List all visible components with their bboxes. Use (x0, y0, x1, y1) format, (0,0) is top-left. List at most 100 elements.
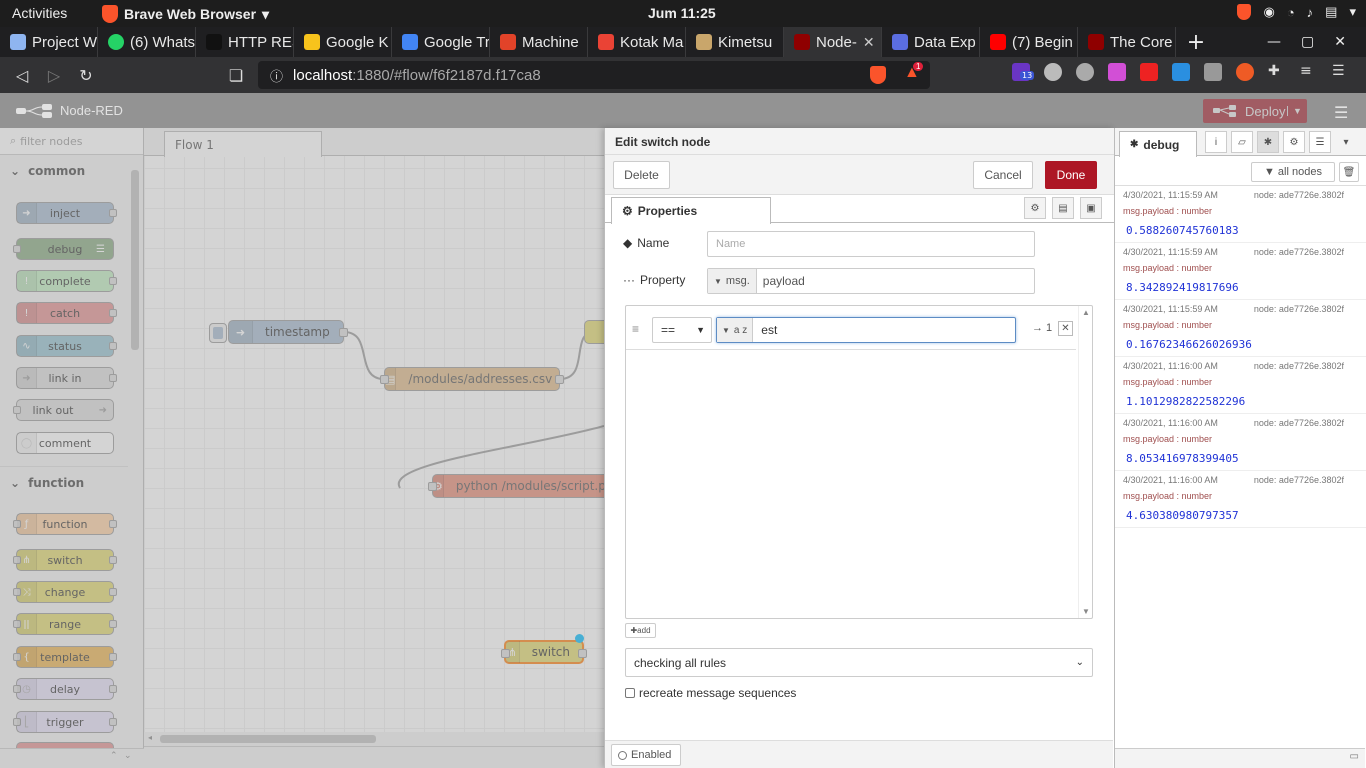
remove-rule-icon[interactable]: ✕ (1058, 321, 1073, 336)
browser-tab[interactable]: Google K (294, 27, 392, 57)
bookmark-icon[interactable]: ❏ (220, 60, 252, 90)
browser-tab[interactable]: Kimetsu (686, 27, 784, 57)
name-input[interactable]: Name (707, 231, 1035, 257)
minimize-icon[interactable]: — (1267, 34, 1281, 50)
red-extension-icon[interactable] (1140, 63, 1158, 81)
app-name: Brave Web Browser (124, 6, 257, 22)
sidebar-tabs: ✱ debug i ▱ ✱ ⚙ ☰ ▾ (1115, 128, 1366, 157)
filter-all-nodes-button[interactable]: ▼ all nodes (1251, 162, 1335, 182)
fi-extension-icon[interactable] (1172, 63, 1190, 81)
debug-message[interactable]: 4/30/2021, 11:16:00 AM node: ade7726e.380… (1115, 471, 1366, 528)
message-time: 4/30/2021, 11:15:59 AM (1123, 247, 1218, 257)
book-icon[interactable]: ▱ (1231, 131, 1253, 153)
browser-tab[interactable]: The Core (1078, 27, 1176, 57)
chevron-down-icon[interactable]: ▾ (1335, 131, 1357, 153)
debug-message[interactable]: 4/30/2021, 11:15:59 AM node: ade7726e.380… (1115, 243, 1366, 300)
clipboard-icon[interactable]: ▤ (1325, 4, 1337, 20)
brave-tray-icon[interactable] (1237, 4, 1252, 20)
property-input[interactable]: ▼ msg. payload (707, 268, 1035, 294)
tab-favicon-icon (10, 34, 26, 50)
done-button[interactable]: Done (1045, 161, 1097, 189)
message-node[interactable]: node: ade7726e.3802f (1254, 418, 1344, 428)
maximize-icon[interactable]: ▢ (1301, 34, 1314, 50)
playlist-icon[interactable]: ≡ (1300, 63, 1318, 81)
system-tray[interactable]: ◉ ◔ ♪ ▤ ▾ (1237, 4, 1356, 20)
chevron-down-icon[interactable]: ▾ (1349, 4, 1356, 20)
extension-icon[interactable]: 13 (1012, 63, 1035, 81)
scroll-down-icon[interactable]: ▼ (1082, 607, 1090, 616)
recreate-sequences-row[interactable]: recreate message sequences (625, 686, 796, 700)
new-tab-button[interactable]: + (1176, 27, 1216, 57)
message-node[interactable]: node: ade7726e.3802f (1254, 361, 1344, 371)
debug-message[interactable]: 4/30/2021, 11:16:00 AM node: ade7726e.380… (1115, 414, 1366, 471)
popout-icon[interactable]: ▭ (1350, 751, 1359, 762)
clear-trash-icon[interactable]: 🗑 (1339, 162, 1359, 182)
ellipsis-icon: ··· (623, 273, 635, 287)
browser-tab[interactable]: HTTP RES (196, 27, 294, 57)
tab-properties[interactable]: ⚙ Properties (611, 197, 771, 224)
browser-tab[interactable]: Data Exp (882, 27, 980, 57)
discord-icon[interactable]: ◉ (1263, 4, 1274, 20)
appearance-icon[interactable]: ▣ (1080, 197, 1102, 219)
rule-value-input[interactable]: ▼ a z est (716, 317, 1016, 343)
tab-favicon-icon (696, 34, 712, 50)
checking-mode-select[interactable]: checking all rules ⌄ (625, 648, 1093, 677)
gear-icon[interactable]: ⚙ (1283, 131, 1305, 153)
postman-extension-icon[interactable] (1236, 63, 1254, 81)
database-icon[interactable]: ☰ (1309, 131, 1331, 153)
volume-icon[interactable]: ♪ (1307, 5, 1314, 20)
property-type-select[interactable]: ▼ msg. (708, 269, 757, 293)
vue-extension-icon[interactable] (1204, 63, 1222, 81)
menu-icon[interactable]: ☰ (1332, 63, 1350, 81)
cancel-button[interactable]: Cancel (973, 161, 1033, 189)
debug-message[interactable]: 4/30/2021, 11:16:00 AM node: ade7726e.380… (1115, 357, 1366, 414)
address-bar[interactable]: ⓘ localhost:1880/#flow/f6f2187d.f17ca8 ▲… (258, 61, 930, 89)
settings-icon[interactable]: ⚙ (1024, 197, 1046, 219)
bug-icon[interactable]: ✱ (1257, 131, 1279, 153)
message-node[interactable]: node: ade7726e.3802f (1254, 190, 1344, 200)
clock[interactable]: Jum 11:25 (648, 5, 716, 21)
tab-label: Properties (637, 204, 698, 218)
reload-button[interactable]: ↻ (70, 60, 102, 90)
browser-tab[interactable]: Project W (0, 27, 98, 57)
browser-tab[interactable]: Kotak Ma (588, 27, 686, 57)
message-node[interactable]: node: ade7726e.3802f (1254, 304, 1344, 314)
close-window-icon[interactable]: ✕ (1334, 34, 1346, 50)
rules-scrollbar[interactable]: ▲ ▼ (1078, 306, 1092, 618)
back-button[interactable]: ◁ (6, 60, 38, 90)
forward-button[interactable]: ▷ (38, 60, 70, 90)
debug-message[interactable]: 4/30/2021, 11:15:59 AM node: ade7726e.380… (1115, 186, 1366, 243)
add-rule-button[interactable]: ✚ add (625, 623, 656, 638)
browser-tab[interactable]: (7) Begin (980, 27, 1078, 57)
puzzle-icon[interactable]: ✚ (1268, 63, 1286, 81)
browser-tab[interactable]: (6) WhatsA (98, 27, 196, 57)
tab-debug[interactable]: ✱ debug (1119, 131, 1197, 157)
wifi-icon[interactable]: ◔ (1287, 5, 1295, 20)
browser-tab-active[interactable]: Node- ✕ (784, 27, 882, 57)
brave-shields-icon[interactable] (870, 66, 886, 84)
enabled-toggle[interactable]: Enabled (611, 744, 681, 766)
message-node[interactable]: node: ade7726e.3802f (1254, 247, 1344, 257)
app-menu[interactable]: Brave Web Browser ▾ (102, 5, 269, 23)
recreate-checkbox[interactable] (625, 688, 635, 698)
description-icon[interactable]: ▤ (1052, 197, 1074, 219)
debug-message[interactable]: 4/30/2021, 11:15:59 AM node: ade7726e.380… (1115, 300, 1366, 357)
browser-tab[interactable]: Machine (490, 27, 588, 57)
globe-extension-icon[interactable] (1076, 63, 1094, 81)
color-extension-icon[interactable] (1108, 63, 1126, 81)
browser-tab[interactable]: Google Tr (392, 27, 490, 57)
url-path: :1880/#flow/f6f2187d.f17ca8 (352, 66, 541, 84)
info-icon[interactable]: ⓘ (270, 66, 283, 85)
drag-handle-icon[interactable]: ≡ (632, 322, 639, 336)
delete-button[interactable]: Delete (613, 161, 670, 189)
brave-rewards-icon[interactable]: ▲ 1 (904, 62, 924, 82)
chat-extension-icon[interactable] (1044, 63, 1062, 81)
operator-select[interactable]: == ▼ (652, 317, 712, 343)
close-icon[interactable]: ✕ (863, 34, 875, 51)
info-icon[interactable]: i (1205, 131, 1227, 153)
scroll-up-icon[interactable]: ▲ (1082, 308, 1090, 317)
caret-down-icon: ▼ (714, 276, 722, 286)
value-type-select[interactable]: ▼ a z (717, 318, 754, 342)
activities-button[interactable]: Activities (12, 5, 67, 21)
message-node[interactable]: node: ade7726e.3802f (1254, 475, 1344, 485)
